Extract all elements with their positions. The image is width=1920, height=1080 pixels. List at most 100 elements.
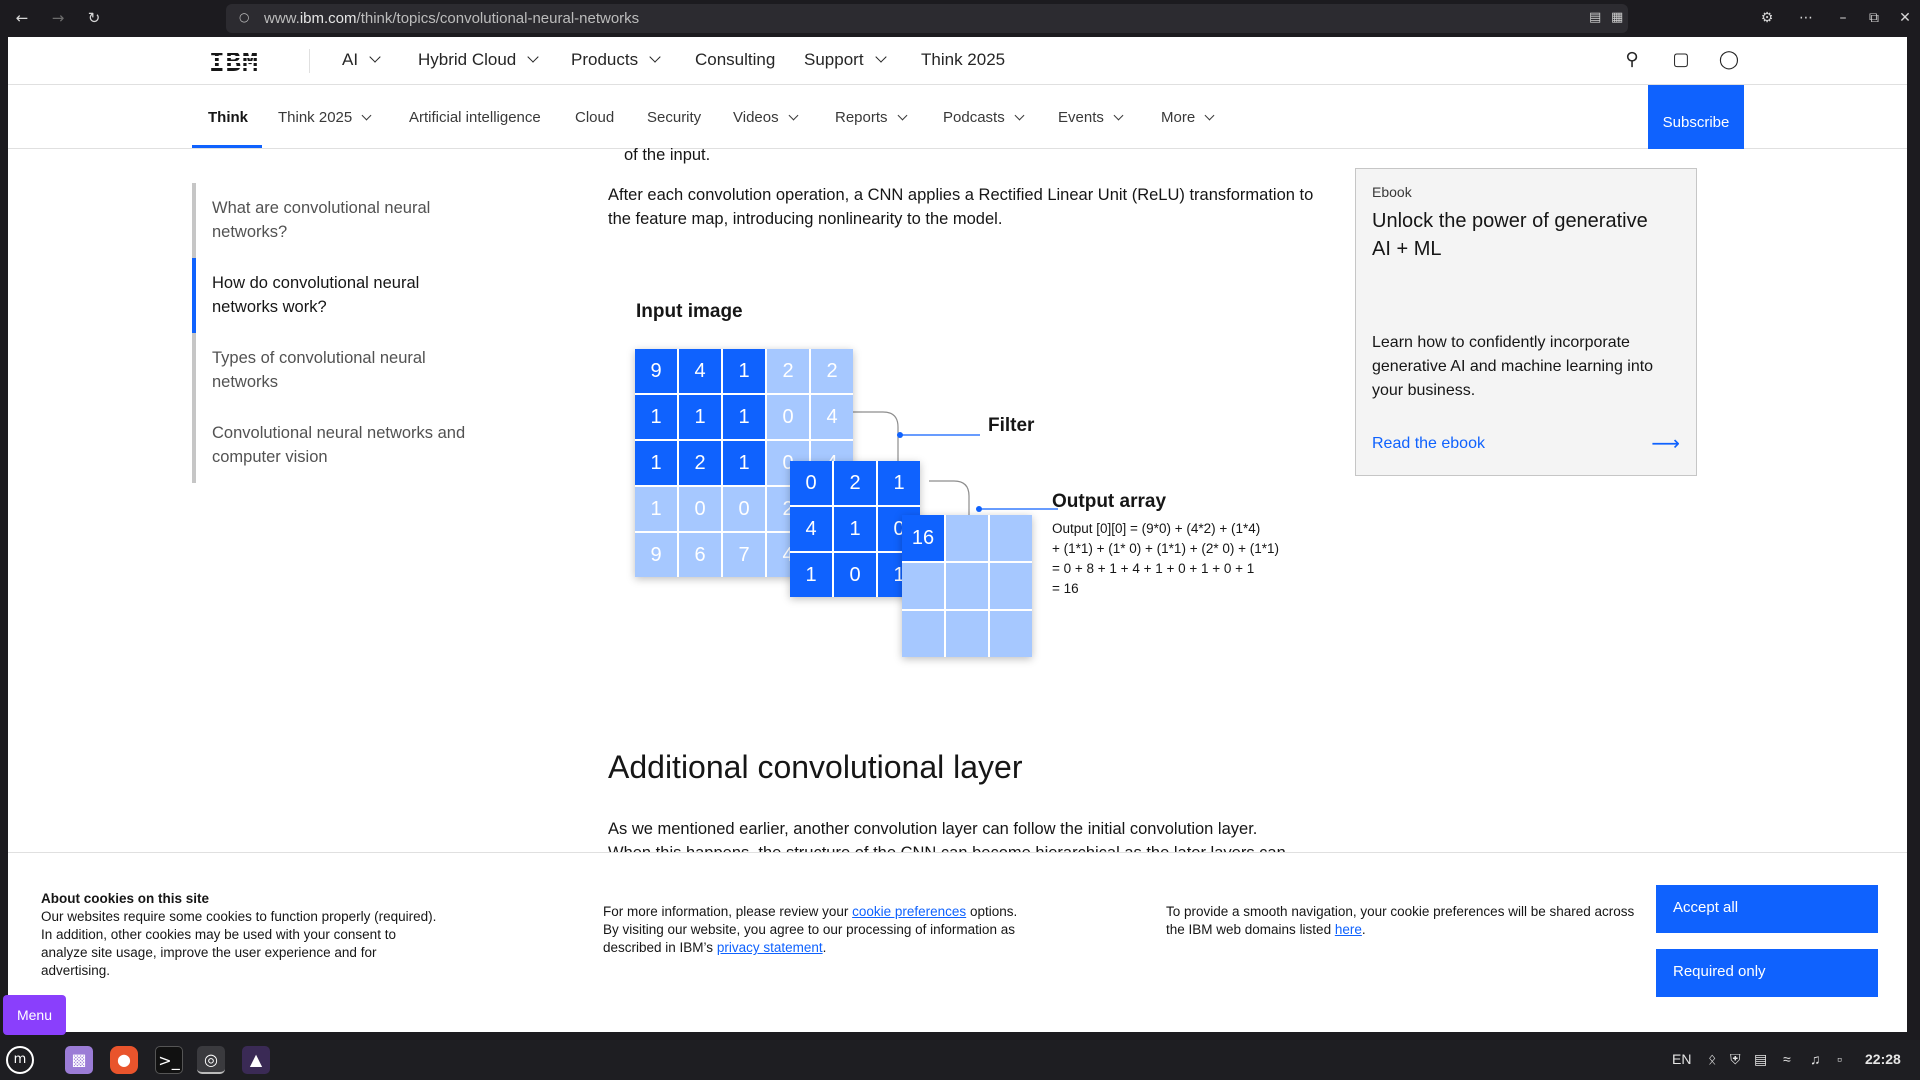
privacy-statement-link[interactable]: privacy statement: [717, 940, 823, 955]
grid-cell: 1: [635, 441, 677, 485]
chevron-down-icon: [1204, 110, 1215, 121]
formula-line: + (1*1) + (1* 0) + (1*1) + (2* 0) + (1*1…: [1052, 541, 1279, 556]
bookmark-icon[interactable]: ▦: [1611, 10, 1627, 26]
grid-cell: [946, 611, 988, 657]
subnav-item-think[interactable]: Think: [208, 109, 248, 126]
address-bar[interactable]: ○ www.ibm.com/think/topics/convolutional…: [226, 4, 1628, 33]
url-text[interactable]: www.ibm.com/think/topics/convolutional-n…: [264, 10, 639, 27]
cookie-info: For more information, please review your…: [603, 904, 1018, 955]
extensions-icon[interactable]: ⚙: [1756, 8, 1778, 28]
grid-cell: 9: [635, 533, 677, 577]
start-menu-icon[interactable]: m: [6, 1046, 34, 1074]
grid-cell: 9: [635, 349, 677, 393]
grid-cell: 1: [679, 395, 721, 439]
grid-cell: 1: [723, 441, 765, 485]
reload-icon[interactable]: ↻: [84, 8, 104, 28]
clipboard-icon[interactable]: ▫: [1837, 1051, 1842, 1067]
relu-paragraph: After each convolution operation, a CNN …: [608, 186, 1314, 228]
accept-all-button[interactable]: Accept all: [1656, 885, 1878, 933]
firefox-icon[interactable]: ●: [110, 1046, 138, 1074]
subscribe-button[interactable]: Subscribe: [1648, 85, 1744, 149]
masthead: IBM AI Hybrid Cloud Products Consulting …: [8, 37, 1907, 85]
grid-cell: 7: [723, 533, 765, 577]
chat-icon[interactable]: ▢: [1670, 49, 1692, 71]
grid-cell: 1: [723, 349, 765, 393]
masthead-item-hybrid-cloud[interactable]: Hybrid Cloud: [418, 50, 539, 70]
formula-line: Output [0][0] = (9*0) + (4*2) + (1*4): [1052, 521, 1261, 536]
browser-menu-icon[interactable]: ⋯: [1795, 8, 1817, 28]
forward-icon[interactable]: →: [48, 8, 68, 28]
clock[interactable]: 22:28: [1865, 1051, 1901, 1067]
ebook-promo-card[interactable]: Ebook Unlock the power of generative AI …: [1355, 168, 1697, 476]
promo-tag: Ebook: [1372, 184, 1412, 200]
active-tab-indicator: [192, 145, 262, 148]
masthead-divider: [309, 49, 310, 73]
filter-label: Filter: [988, 415, 1035, 436]
reader-view-icon[interactable]: ▤: [1589, 10, 1605, 26]
ibm-logo[interactable]: IBM: [209, 48, 259, 78]
grid-cell: [990, 611, 1032, 657]
grid-cell: [946, 515, 988, 561]
masthead-item-ai[interactable]: AI: [342, 50, 381, 70]
grid-cell: 1: [790, 553, 832, 597]
promo-title: Unlock the power of generative AI + ML: [1372, 210, 1648, 260]
search-icon[interactable]: ⚲: [1621, 49, 1643, 71]
toc-item-types-of-cnns[interactable]: Types of convolutional neural networks: [196, 333, 492, 408]
subnav-item-artificial-intelligence[interactable]: Artificial intelligence: [409, 109, 541, 126]
gpu-icon[interactable]: ▤: [1754, 1051, 1767, 1068]
subnav-item-more[interactable]: More: [1161, 109, 1215, 126]
masthead-item-think-2025[interactable]: Think 2025: [921, 50, 1005, 70]
tor-browser-icon[interactable]: ◎: [197, 1046, 225, 1074]
masthead-item-consulting[interactable]: Consulting: [695, 50, 775, 70]
wifi-icon[interactable]: ≈: [1783, 1051, 1791, 1067]
ibm-domains-link[interactable]: here: [1335, 922, 1362, 937]
restore-icon[interactable]: ⧉: [1863, 8, 1885, 28]
masthead-item-products[interactable]: Products: [571, 50, 661, 70]
required-only-button[interactable]: Required only: [1656, 949, 1878, 997]
toc-item-how-do-cnns-work[interactable]: How do convolutional neural networks wor…: [192, 258, 492, 333]
grid-cell: [946, 563, 988, 609]
cookie-preferences-link[interactable]: cookie preferences: [852, 904, 966, 919]
subnav-item-events[interactable]: Events: [1058, 109, 1124, 126]
grid-cell: 1: [635, 395, 677, 439]
app-launcher-icon[interactable]: ▲: [242, 1046, 270, 1074]
chevron-down-icon: [788, 110, 799, 121]
grid-cell: 0: [834, 553, 876, 597]
grid-cell: 1: [635, 487, 677, 531]
arrow-right-icon[interactable]: ⟶: [1651, 431, 1680, 455]
grid-cell: [990, 563, 1032, 609]
subnav-item-think-2025[interactable]: Think 2025: [278, 109, 372, 126]
file-manager-icon[interactable]: ▩: [65, 1046, 93, 1074]
subnav-item-podcasts[interactable]: Podcasts: [943, 109, 1025, 126]
article-partial-line: of the input.: [624, 146, 711, 164]
chevron-down-icon: [1113, 110, 1124, 121]
formula-line: = 16: [1052, 581, 1079, 596]
shield-icon[interactable]: ⛨: [1730, 1051, 1741, 1068]
menu-button[interactable]: Menu: [3, 995, 66, 1035]
grid-cell: 1: [723, 395, 765, 439]
browser-toolbar: ← → ↻ ○ www.ibm.com/think/topics/convolu…: [0, 0, 1920, 37]
grid-cell: 2: [811, 349, 853, 393]
terminal-icon[interactable]: >_: [155, 1046, 183, 1074]
masthead-item-support[interactable]: Support: [804, 50, 887, 70]
read-ebook-link[interactable]: Read the ebook: [1372, 435, 1485, 453]
close-icon[interactable]: ✕: [1894, 8, 1916, 28]
minimize-icon[interactable]: –: [1832, 8, 1854, 28]
subnav-item-reports[interactable]: Reports: [835, 109, 907, 126]
grid-cell: [902, 563, 944, 609]
back-icon[interactable]: ←: [12, 8, 32, 28]
keyboard-language[interactable]: EN: [1672, 1051, 1691, 1067]
bluetooth-icon[interactable]: ᛟ: [1708, 1051, 1716, 1067]
grid-cell: 0: [679, 487, 721, 531]
subnav-item-videos[interactable]: Videos: [733, 109, 799, 126]
toc-item-what-are-cnns[interactable]: What are convolutional neural networks?: [196, 183, 492, 258]
promo-description: Learn how to confidently incorporate gen…: [1372, 334, 1654, 399]
grid-cell: 16: [902, 515, 944, 561]
music-icon[interactable]: ♫: [1810, 1051, 1821, 1067]
user-icon[interactable]: ◯: [1718, 49, 1740, 71]
cookie-share-info: To provide a smooth navigation, your coo…: [1166, 904, 1635, 937]
toc-item-cnns-and-computer-vision[interactable]: Convolutional neural networks and comput…: [196, 408, 492, 483]
chevron-down-icon: [527, 51, 539, 63]
subnav-item-cloud[interactable]: Cloud: [575, 109, 614, 126]
subnav-item-security[interactable]: Security: [647, 109, 701, 126]
